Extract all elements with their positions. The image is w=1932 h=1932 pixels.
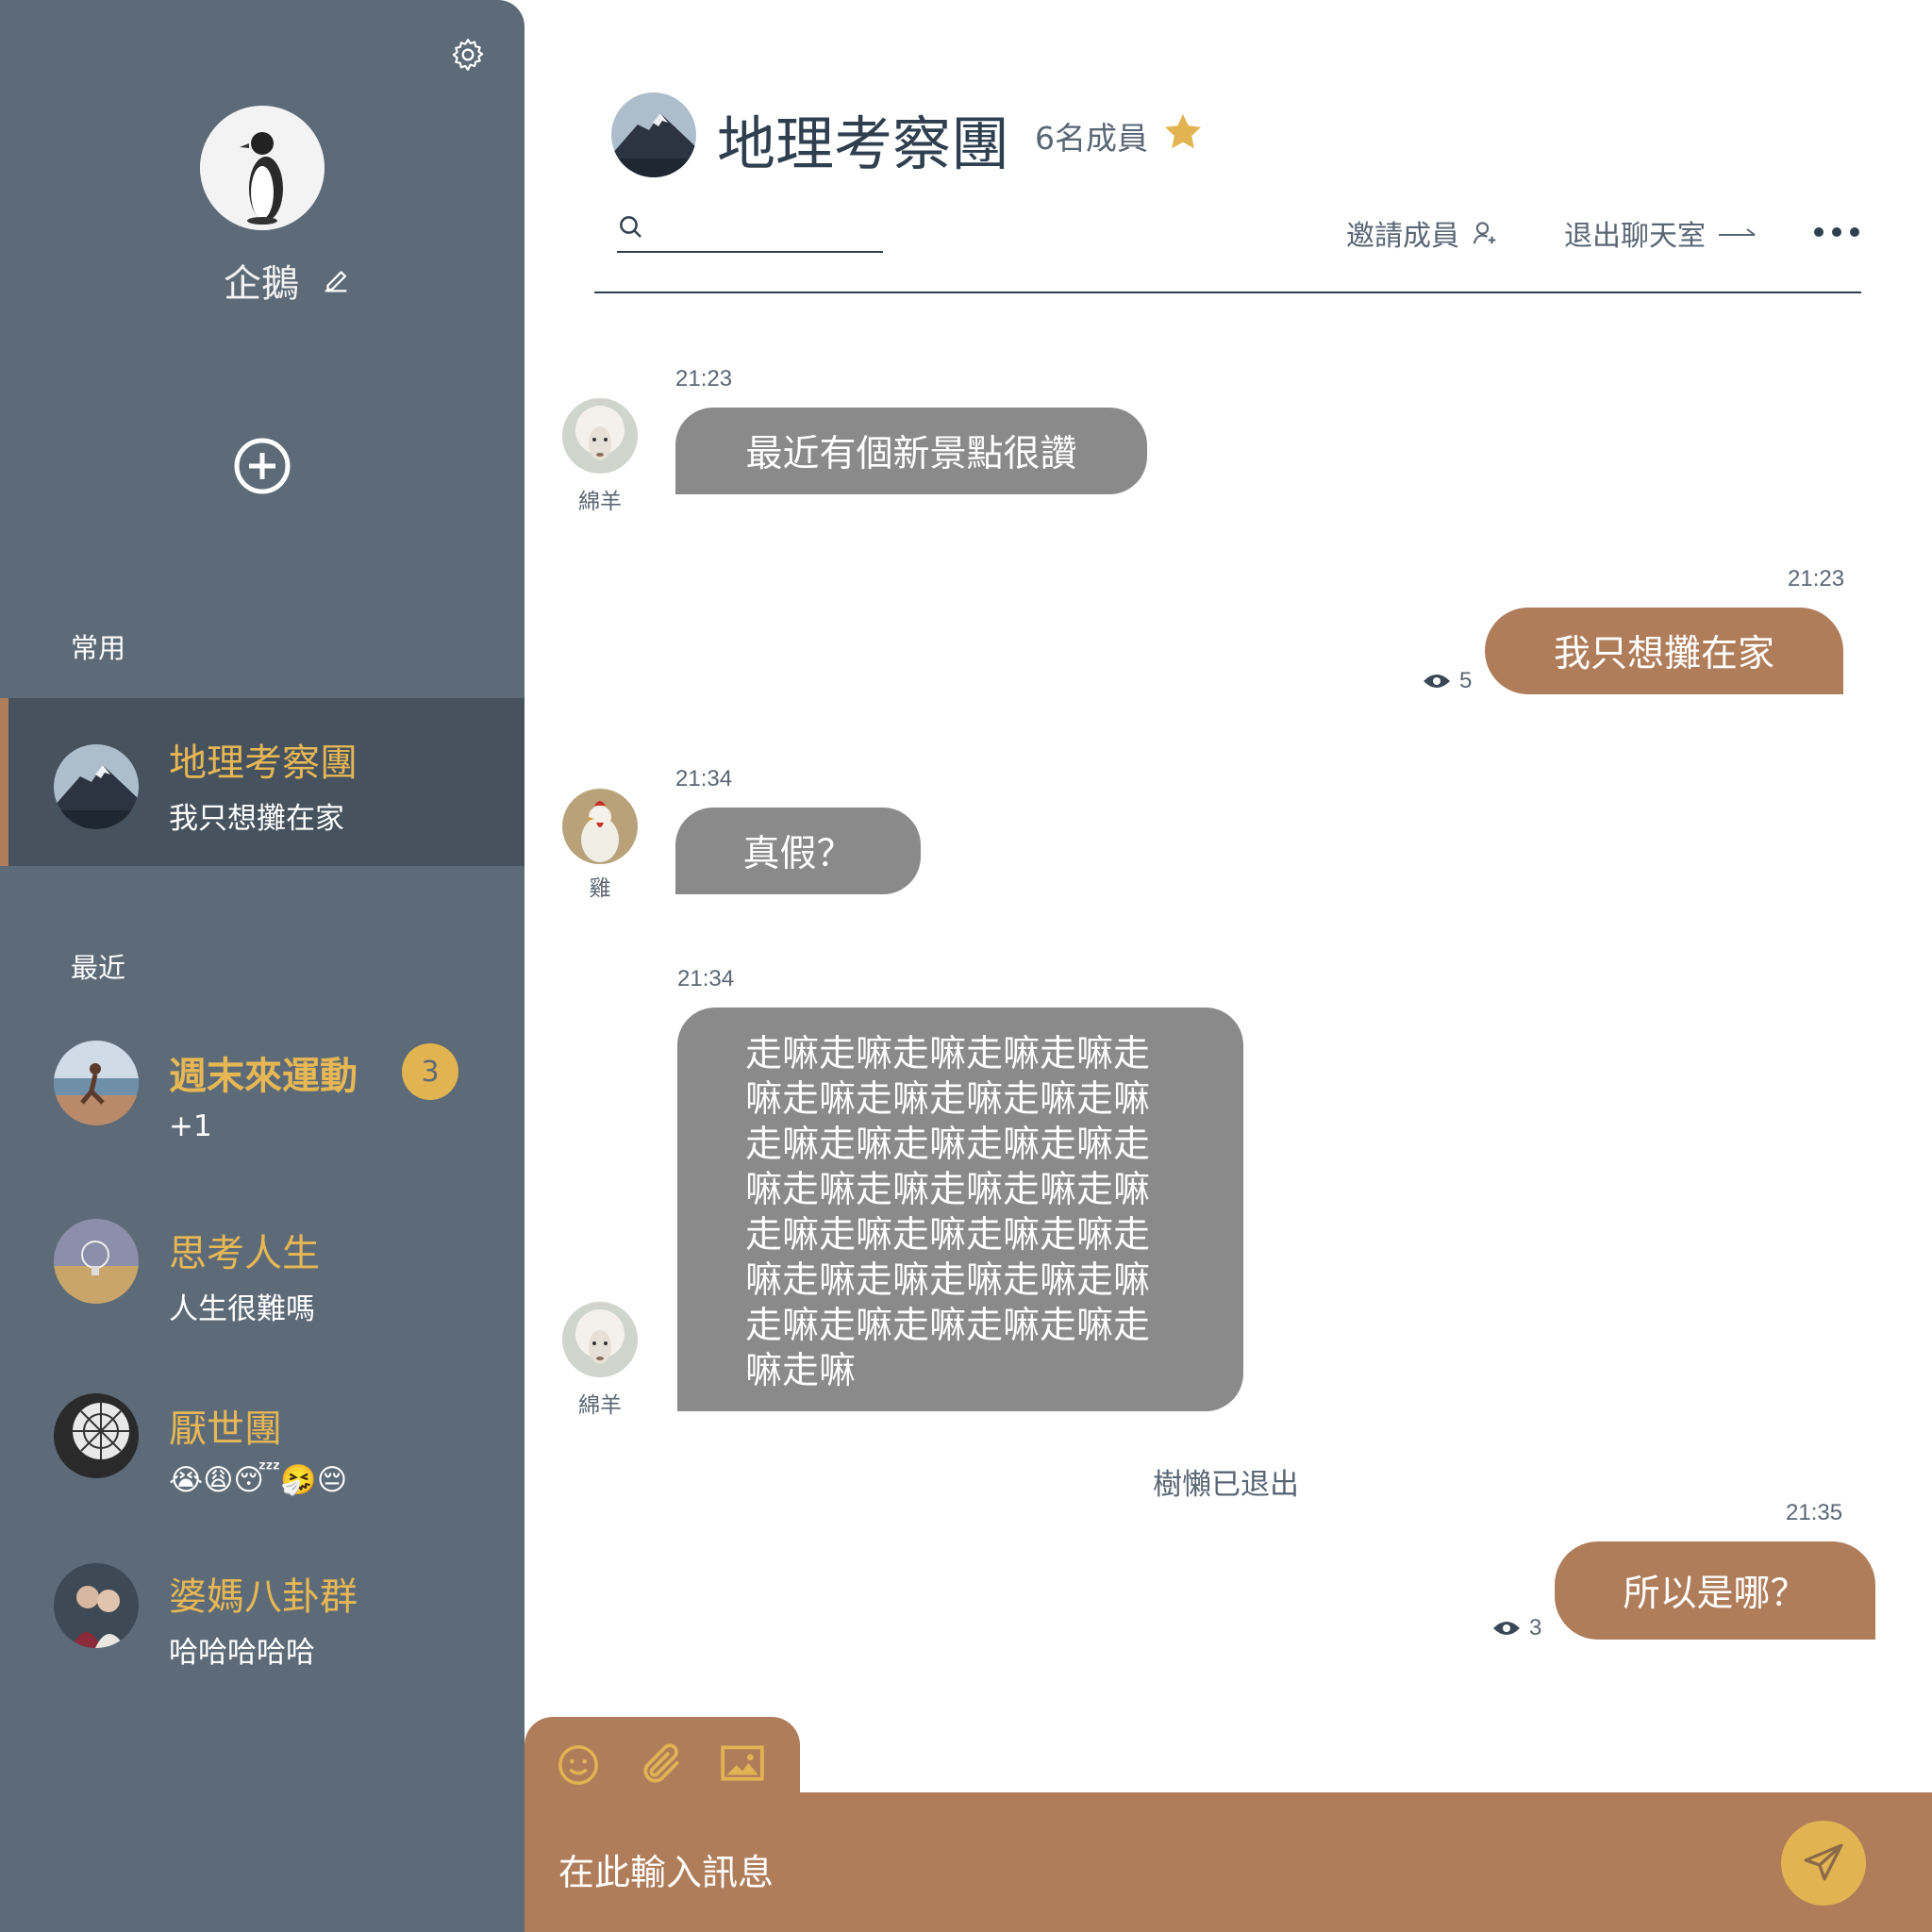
image-upload-icon[interactable] [719,1741,766,1785]
unread-badge: 3 [402,1043,458,1100]
conversation-avatar [54,1393,139,1478]
arrow-right-icon [1719,228,1756,236]
penguin-icon [200,106,325,230]
add-person-icon [1473,222,1496,244]
conversation-title: 婆媽八卦群 [169,1575,358,1619]
mountain-icon [54,744,139,829]
conversation-avatar [54,1563,139,1648]
sheep-icon [562,1302,638,1377]
message-text: 最近有個新景點很讚 [745,433,1077,475]
mountain-icon [611,92,696,177]
conversation-title: 思考人生 [169,1232,320,1275]
chat-avatar [611,92,696,177]
invite-member-button[interactable]: 邀請成員 [1346,212,1499,254]
conversation-avatar [54,744,139,829]
message-time: 21:23 [1788,566,1845,591]
conversation-preview: 我只想攤在家 [169,802,344,836]
message-line: 走嘛走嘛走嘛走嘛走嘛走 [745,1214,1151,1257]
search-icon [620,216,641,238]
leave-chat-label: 退出聊天室 [1564,220,1706,253]
message-text: 真假？ [742,833,854,875]
system-message: 樹懶已退出 [1153,1468,1299,1502]
conversation-avatar [54,1219,139,1304]
message-line: 走嘛走嘛走嘛走嘛走嘛走 [745,1305,1151,1347]
search-box[interactable] [617,209,883,253]
invite-member-label: 邀請成員 [1346,220,1459,253]
add-chat-plus-icon[interactable] [234,438,291,494]
attachment-paperclip-icon[interactable] [638,1741,685,1789]
message-line: 嘛走嘛走嘛走嘛走嘛走嘛 [745,1078,1151,1121]
message-line: 嘛走嘛走嘛走嘛走嘛走嘛 [745,1169,1151,1211]
send-button[interactable] [1781,1821,1866,1906]
message-composer [525,1792,1932,1932]
recent-section-title: 最近 [71,952,126,984]
conversation-item[interactable]: 婆媽八卦群 哈哈哈哈哈 [0,1547,525,1689]
sidebar: 企鵝 常用 地理考察團 我只想攤在家 最近 週末來運動 +1 3 思考人生 人生… [0,0,525,1932]
lightbulb-photo-icon [54,1219,139,1304]
message-line: 走嘛走嘛走嘛走嘛走嘛走 [745,1124,1151,1166]
eye-icon [1424,675,1450,688]
outgoing-message-bubble[interactable]: 所以是哪？ [1555,1541,1875,1640]
emoji-icon[interactable] [557,1743,600,1787]
more-options-icon[interactable] [1813,225,1860,240]
chicken-icon [562,789,638,864]
search-input[interactable] [655,211,881,245]
message-text: 我只想攤在家 [1553,633,1774,675]
member-count[interactable]: 6名成員 [1035,113,1148,158]
sheep-icon [562,398,638,474]
conversation-item[interactable]: 思考人生 人生很難嗎 [0,1202,525,1343]
sender-avatar[interactable] [562,398,638,474]
dome-photo-icon [54,1393,139,1478]
eye-icon [1493,1622,1520,1635]
conversation-title: 週末來運動 [169,1055,358,1098]
sender-name: 綿羊 [578,1393,622,1418]
conversation-title: 厭世團 [169,1407,282,1451]
active-indicator [0,698,8,866]
message-line: 嘛走嘛走嘛走嘛走嘛走嘛 [745,1259,1151,1302]
message-time: 21:23 [675,366,733,391]
runner-photo-icon [54,1041,139,1125]
send-paper-plane-icon [1804,1843,1843,1881]
conversation-item[interactable]: 週末來運動 +1 3 [0,1024,525,1166]
conversation-preview: 人生很難嗎 [169,1292,315,1326]
incoming-message-bubble[interactable]: 最近有個新景點很讚 [675,408,1147,494]
message-line: 走嘛走嘛走嘛走嘛走嘛走 [745,1033,1151,1075]
conversation-item-active[interactable]: 地理考察團 我只想攤在家 [0,698,525,866]
settings-gear-icon[interactable] [449,36,487,74]
edit-pencil-icon[interactable] [320,264,352,296]
conversation-title: 地理考察團 [169,741,358,785]
message-time: 21:34 [675,766,733,791]
conversation-preview: 哈哈哈哈哈 [169,1636,315,1670]
profile-name: 企鵝 [224,262,299,306]
message-line: 嘛走嘛 [745,1350,857,1392]
sender-name: 綿羊 [578,490,622,514]
outgoing-message-bubble[interactable]: 我只想攤在家 [1485,608,1843,694]
incoming-message-bubble[interactable]: 真假？ [675,808,921,894]
message-text: 走嘛走嘛走嘛走嘛走嘛走 嘛走嘛走嘛走嘛走嘛走嘛 走嘛走嘛走嘛走嘛走嘛走 嘛走嘛走… [745,1032,1150,1394]
message-time: 21:35 [1786,1500,1843,1525]
incoming-message-bubble[interactable]: 走嘛走嘛走嘛走嘛走嘛走 嘛走嘛走嘛走嘛走嘛走嘛 走嘛走嘛走嘛走嘛走嘛走 嘛走嘛走… [677,1008,1243,1411]
chat-title: 地理考察團 [717,109,1010,178]
seen-indicator: 3 [1491,1615,1541,1641]
conversation-item[interactable]: 厭世團 😭😩😴🤧😔 [0,1377,525,1519]
friends-photo-icon [54,1563,139,1648]
message-time: 21:34 [677,966,735,991]
sender-avatar[interactable] [562,789,638,864]
sender-name: 雞 [589,876,611,901]
leave-chat-button[interactable]: 退出聊天室 [1564,212,1758,254]
conversation-preview: 😭😩😴🤧😔 [169,1463,348,1497]
header-divider [594,291,1861,293]
favorites-section-title: 常用 [71,632,126,664]
seen-indicator: 5 [1422,668,1472,694]
sender-avatar[interactable] [562,1302,638,1377]
seen-count: 3 [1529,1615,1542,1641]
seen-count: 5 [1459,668,1473,693]
message-input[interactable] [557,1845,1787,1900]
profile-avatar[interactable] [200,106,325,230]
message-text: 所以是哪？ [1623,1573,1807,1615]
star-favorite-icon[interactable] [1160,110,1206,156]
conversation-preview: +1 [169,1109,212,1143]
conversation-avatar [54,1041,139,1125]
